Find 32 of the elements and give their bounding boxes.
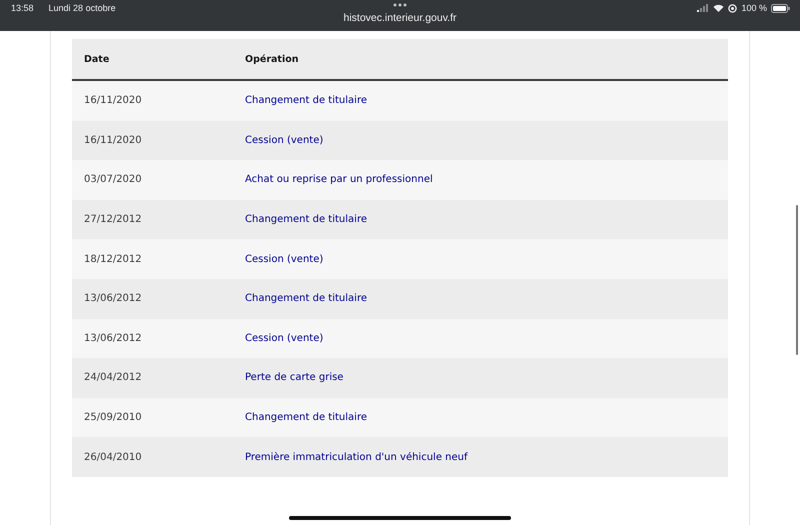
date-cell-text: 16/11/2020 <box>83 95 143 106</box>
operation-link[interactable]: Changement de titulaire <box>245 412 367 424</box>
date-cell-text: 25/09/2010 <box>83 412 143 424</box>
column-header: Date <box>83 54 110 64</box>
date-cell-text: 03/07/2020 <box>83 174 143 186</box>
home-indicator[interactable] <box>289 516 511 520</box>
date-cell-text: 13/06/2012 <box>83 293 143 304</box>
battery-icon <box>771 4 790 12</box>
operation-link[interactable]: Changement de titulaire <box>245 95 367 106</box>
operation-link[interactable]: Première immatriculation d'un véhicule neuf <box>245 452 468 463</box>
status-time: 13:58 <box>11 3 34 13</box>
battery-percent: 100 % <box>741 3 767 13</box>
more-dots-icon[interactable] <box>393 3 407 7</box>
operation-link[interactable]: Achat ou reprise par un professionnel <box>245 174 433 186</box>
operation-link[interactable]: Cession (vente) <box>245 134 324 146</box>
date-cell-text: 27/12/2012 <box>83 214 143 226</box>
address-url[interactable]: histovec.interieur.gouv.fr <box>343 12 457 24</box>
operation-link[interactable]: Cession (vente) <box>245 332 324 344</box>
operation-link[interactable]: Changement de titulaire <box>245 293 367 304</box>
date-cell-text: 26/04/2010 <box>83 452 143 463</box>
operation-link[interactable]: Cession (vente) <box>245 254 324 265</box>
date-cell-text: 24/04/2012 <box>83 372 143 384</box>
status-date: Lundi 28 octobre <box>48 3 116 13</box>
column-header: Opération <box>245 54 299 64</box>
date-cell-text: 13/06/2012 <box>83 332 143 344</box>
scrollbar[interactable] <box>796 205 798 355</box>
date-cell-text: 18/12/2012 <box>83 254 143 265</box>
operation-link[interactable]: Changement de titulaire <box>245 214 367 226</box>
date-cell-text: 16/11/2020 <box>83 134 143 146</box>
wifi-icon <box>713 4 724 12</box>
signal-icon <box>697 4 710 12</box>
operation-link[interactable]: Perte de carte grise <box>245 372 344 384</box>
